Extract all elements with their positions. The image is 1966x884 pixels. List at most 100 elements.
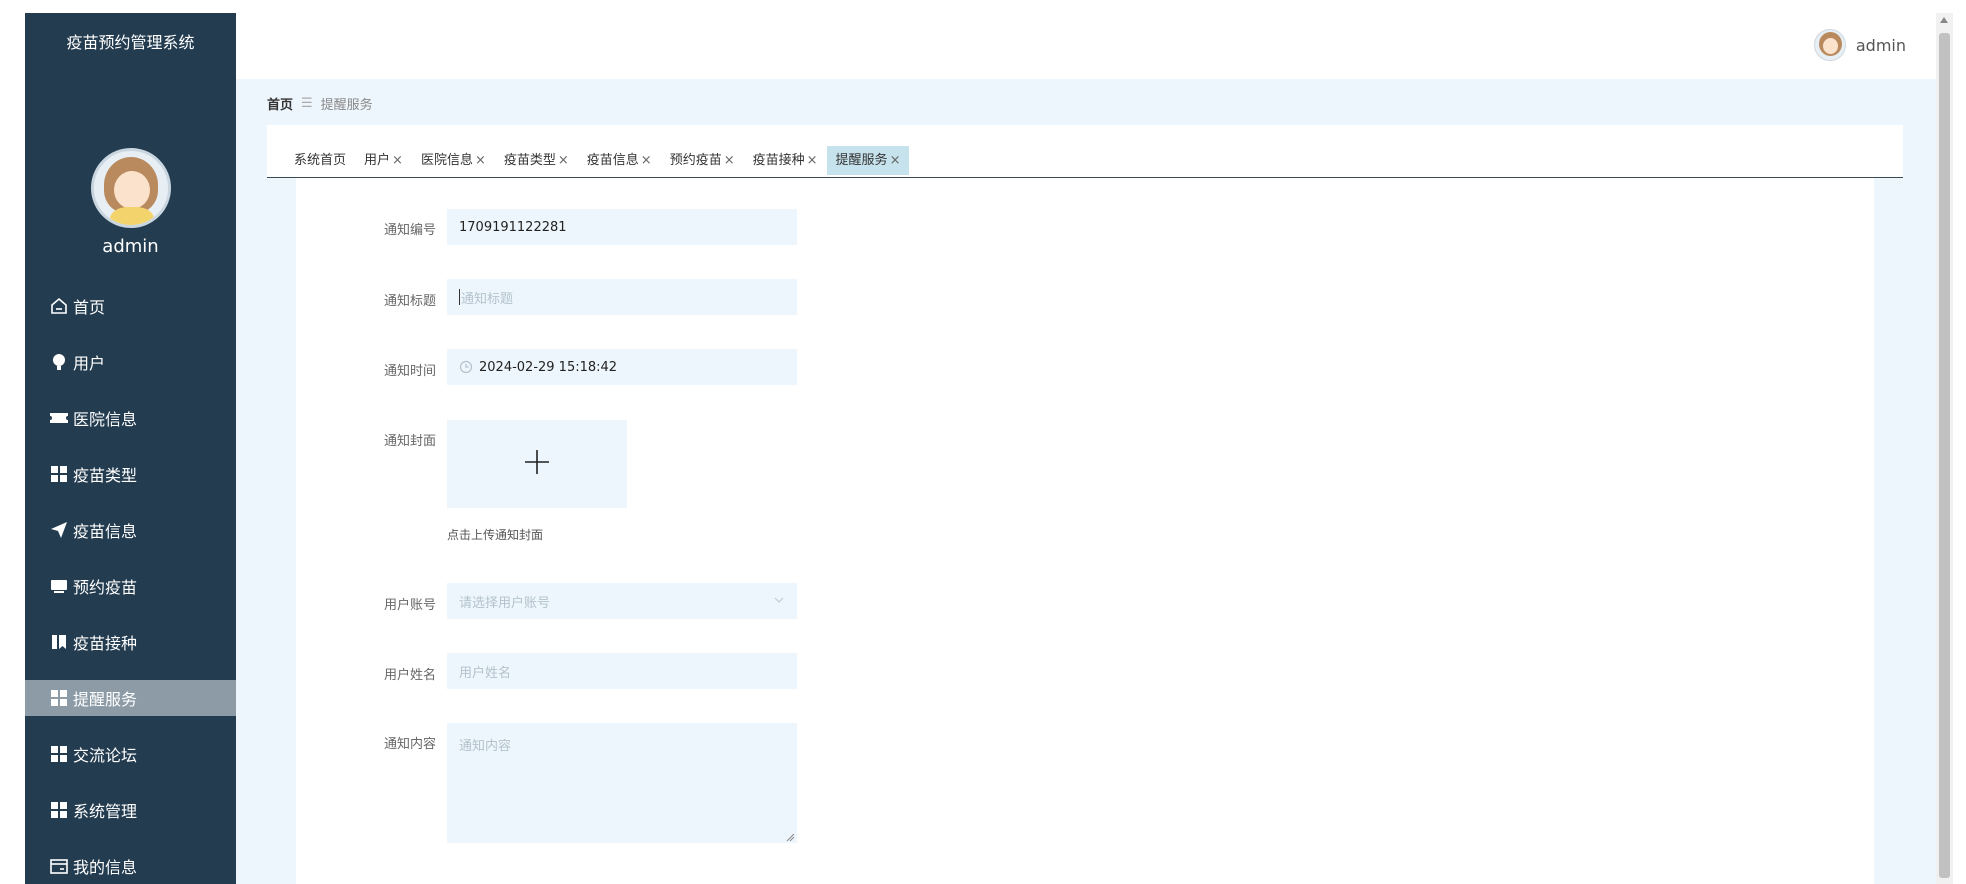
- scroll-up-arrow-icon[interactable]: [1940, 17, 1948, 23]
- sidebar-item-label: 系统管理: [73, 802, 138, 821]
- tab-label: 提醒服务: [835, 153, 888, 168]
- card-icon: [49, 856, 69, 876]
- close-icon[interactable]: ×: [558, 146, 569, 175]
- tab-vaccination[interactable]: 疫苗接种 ×: [744, 146, 827, 175]
- notice-time-picker[interactable]: 2024-02-29 15:18:42: [447, 349, 797, 385]
- sidebar-item-home[interactable]: 首页: [25, 288, 236, 324]
- close-icon[interactable]: ×: [807, 146, 818, 175]
- notice-title-label: 通知标题: [383, 294, 436, 309]
- tab-label: 系统首页: [294, 153, 347, 168]
- page: 疫苗预约管理系统 admin 首页 用户 医院信息 疫苗类型 疫苗信息 预约疫苗…: [0, 0, 1966, 884]
- sidebar: 疫苗预约管理系统 admin 首页 用户 医院信息 疫苗类型 疫苗信息 预约疫苗…: [25, 13, 236, 884]
- breadcrumb: 首页 ☰ 提醒服务: [267, 94, 373, 113]
- grid-icon: [49, 688, 69, 708]
- sidebar-item-label: 疫苗信息: [73, 522, 138, 541]
- notice-no-label: 通知编号: [383, 223, 436, 238]
- avatar: [1813, 29, 1846, 61]
- close-icon[interactable]: ×: [392, 146, 403, 175]
- ticket-icon: [49, 408, 69, 428]
- book-icon: [49, 632, 69, 652]
- tab-label: 用户: [364, 153, 391, 168]
- sidebar-item-label: 我的信息: [73, 858, 138, 877]
- close-icon[interactable]: ×: [890, 146, 901, 175]
- sidebar-item-label: 疫苗类型: [73, 466, 138, 485]
- reminder-form: 通知编号 1709191122281 通知标题 通知标题 通知时间 2024-0…: [296, 178, 1874, 884]
- plus-icon: [523, 448, 551, 480]
- sidebar-item-label: 首页: [73, 298, 106, 317]
- text-caret: [459, 289, 460, 305]
- sidebar-item-forum[interactable]: 交流论坛: [25, 736, 236, 772]
- sidebar-item-hospital[interactable]: 医院信息: [25, 400, 236, 436]
- notice-no-value: 1709191122281: [459, 219, 567, 235]
- cover-upload-button[interactable]: [447, 420, 627, 508]
- user-name-input[interactable]: 用户姓名: [447, 653, 797, 689]
- close-icon[interactable]: ×: [641, 146, 652, 175]
- page-scrollbar[interactable]: [1936, 13, 1953, 884]
- top-header: admin: [236, 13, 1936, 79]
- send-icon: [49, 520, 69, 540]
- sidebar-item-vaccine-type[interactable]: 疫苗类型: [25, 456, 236, 492]
- notice-title-input[interactable]: 通知标题: [447, 279, 797, 315]
- tab-label: 疫苗接种: [752, 153, 805, 168]
- sidebar-item-label: 提醒服务: [73, 690, 138, 709]
- grid-icon: [49, 464, 69, 484]
- sidebar-item-label: 医院信息: [73, 410, 138, 429]
- sidebar-item-label: 交流论坛: [73, 746, 138, 765]
- sidebar-item-system[interactable]: 系统管理: [25, 792, 236, 828]
- tab-label: 预约疫苗: [669, 153, 722, 168]
- sidebar-item-appointment[interactable]: 预约疫苗: [25, 568, 236, 604]
- tab-label: 疫苗类型: [503, 153, 556, 168]
- scrollbar-thumb[interactable]: [1939, 33, 1950, 878]
- tab-label: 疫苗信息: [586, 153, 639, 168]
- notice-time-label: 通知时间: [383, 364, 436, 379]
- close-icon[interactable]: ×: [724, 146, 735, 175]
- avatar: [90, 148, 171, 228]
- user-account-select[interactable]: 请选择用户账号: [447, 583, 797, 619]
- user-name-label: 用户姓名: [383, 668, 436, 683]
- notice-cover-label: 通知封面: [383, 434, 436, 449]
- sidebar-profile: admin: [25, 148, 236, 257]
- notice-time-value: 2024-02-29 15:18:42: [479, 359, 618, 375]
- user-menu[interactable]: admin: [1813, 29, 1906, 61]
- notice-title-placeholder: 通知标题: [461, 291, 514, 307]
- tab-hospital[interactable]: 医院信息 ×: [412, 146, 495, 175]
- resize-handle-icon[interactable]: [785, 831, 795, 842]
- upload-tip: 点击上传通知封面: [447, 528, 544, 542]
- clock-icon: [459, 360, 473, 374]
- sidebar-item-label: 用户: [73, 354, 106, 373]
- sidebar-item-reminder[interactable]: 提醒服务: [25, 680, 236, 716]
- sidebar-item-vaccine-info[interactable]: 疫苗信息: [25, 512, 236, 548]
- notice-content-placeholder: 通知内容: [459, 739, 512, 754]
- tabs-bar: 系统首页 用户 × 医院信息 × 疫苗类型 × 疫苗信息 × 预约疫苗 × 疫苗…: [267, 125, 1903, 178]
- breadcrumb-separator-icon: ☰: [301, 96, 313, 111]
- user-name-placeholder: 用户姓名: [459, 665, 512, 681]
- monitor-icon: [49, 576, 69, 596]
- header-username: admin: [1855, 35, 1906, 55]
- sidebar-item-label: 疫苗接种: [73, 634, 138, 653]
- sidebar-username: admin: [102, 236, 159, 257]
- tab-vaccine-type[interactable]: 疫苗类型 ×: [495, 146, 578, 175]
- breadcrumb-current: 提醒服务: [320, 98, 373, 113]
- close-icon[interactable]: ×: [475, 146, 486, 175]
- tab-appointment[interactable]: 预约疫苗 ×: [661, 146, 744, 175]
- grid-icon: [49, 800, 69, 820]
- tab-users[interactable]: 用户 ×: [355, 146, 412, 175]
- sidebar-menu: 首页 用户 医院信息 疫苗类型 疫苗信息 预约疫苗 疫苗接种 提醒服务 交流论坛…: [25, 288, 236, 884]
- sidebar-item-vaccination[interactable]: 疫苗接种: [25, 624, 236, 660]
- bulb-icon: [49, 352, 69, 372]
- tab-reminder[interactable]: 提醒服务 ×: [826, 146, 910, 175]
- tab-home[interactable]: 系统首页: [285, 146, 355, 175]
- grid-icon: [49, 744, 69, 764]
- user-account-placeholder: 请选择用户账号: [459, 595, 551, 611]
- tab-vaccine-info[interactable]: 疫苗信息 ×: [578, 146, 661, 175]
- sidebar-item-label: 预约疫苗: [73, 578, 138, 597]
- tab-list: 系统首页 用户 × 医院信息 × 疫苗类型 × 疫苗信息 × 预约疫苗 × 疫苗…: [285, 146, 910, 175]
- breadcrumb-home[interactable]: 首页: [267, 94, 293, 113]
- sidebar-item-users[interactable]: 用户: [25, 344, 236, 380]
- notice-no-field[interactable]: 1709191122281: [447, 209, 797, 245]
- user-account-label: 用户账号: [383, 598, 436, 613]
- sidebar-item-my-info[interactable]: 我的信息: [25, 848, 236, 884]
- home-icon: [49, 296, 69, 316]
- notice-content-textarea[interactable]: 通知内容: [447, 723, 797, 843]
- notice-content-label: 通知内容: [383, 737, 436, 752]
